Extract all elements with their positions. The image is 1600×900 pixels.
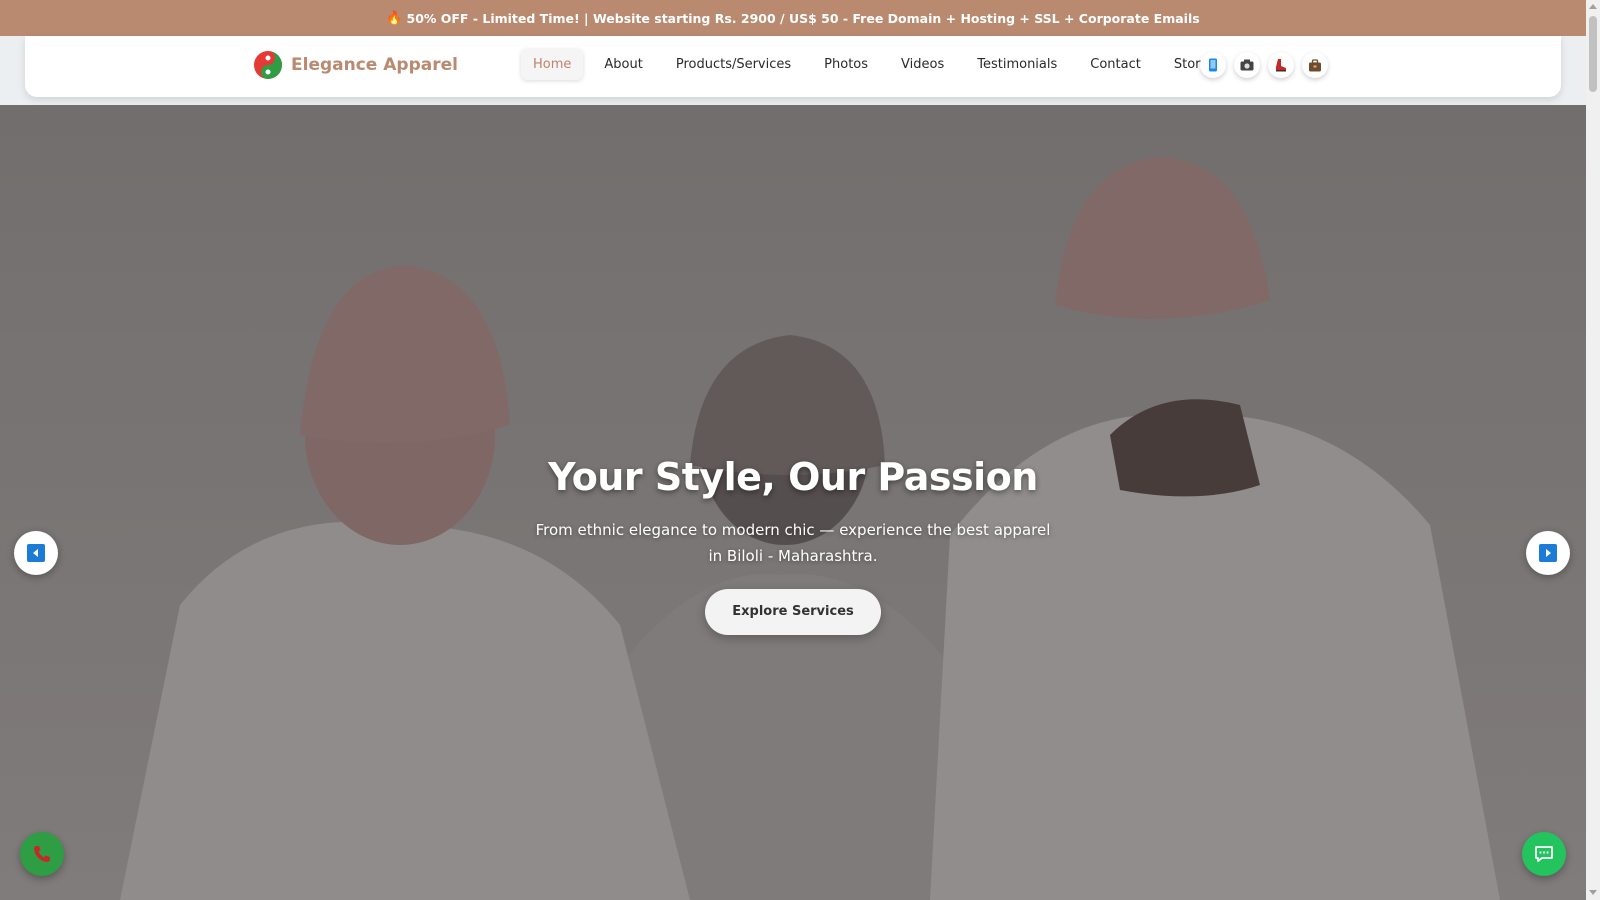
call-button[interactable] — [20, 832, 64, 876]
camera-icon[interactable] — [1234, 52, 1260, 78]
nav-products-services[interactable]: Products/Services — [664, 49, 803, 80]
nav-photos[interactable]: Photos — [812, 49, 880, 80]
brand-name: Elegance Apparel — [291, 55, 458, 75]
brand[interactable]: Elegance Apparel — [253, 50, 458, 80]
nav-contact[interactable]: Contact — [1078, 49, 1153, 80]
promo-bar: 🔥 50% OFF - Limited Time! | Website star… — [0, 0, 1586, 36]
arrow-left-icon — [27, 544, 45, 562]
hero-content: Your Style, Our Passion From ethnic eleg… — [0, 455, 1586, 635]
arrow-right-icon — [1539, 544, 1557, 562]
page-scrollbar[interactable] — [1586, 0, 1600, 900]
hero-subtitle: From ethnic elegance to modern chic — ex… — [535, 521, 1051, 565]
nav-home[interactable]: Home — [521, 49, 584, 80]
nav-icon-group — [1200, 52, 1328, 78]
explore-services-button[interactable]: Explore Services — [705, 589, 881, 635]
header: Elegance Apparel Home About Products/Ser… — [0, 36, 1586, 105]
nav-testimonials[interactable]: Testimonials — [965, 49, 1069, 80]
shoe-icon[interactable] — [1268, 52, 1294, 78]
scrollbar-thumb[interactable] — [1589, 16, 1597, 92]
hero-title: Your Style, Our Passion — [548, 455, 1038, 499]
promo-text: 50% OFF - Limited Time! | Website starti… — [406, 10, 1200, 26]
scroll-up-icon[interactable] — [1589, 4, 1597, 9]
scroll-down-icon[interactable] — [1589, 890, 1597, 895]
chat-icon — [1535, 846, 1553, 862]
navbar: Elegance Apparel Home About Products/Ser… — [25, 36, 1561, 97]
fire-icon: 🔥 — [386, 10, 403, 26]
chat-button[interactable] — [1522, 832, 1566, 876]
phone-icon — [34, 846, 50, 862]
bag-icon[interactable] — [1302, 52, 1328, 78]
slider-next-button[interactable] — [1526, 531, 1570, 575]
brand-logo-icon — [254, 51, 282, 79]
hero-slider: Your Style, Our Passion From ethnic eleg… — [0, 105, 1586, 900]
mobile-icon[interactable] — [1200, 52, 1226, 78]
nav-videos[interactable]: Videos — [889, 49, 956, 80]
nav-about[interactable]: About — [592, 49, 654, 80]
slider-prev-button[interactable] — [14, 531, 58, 575]
nav-links: Home About Products/Services Photos Vide… — [521, 49, 1229, 80]
